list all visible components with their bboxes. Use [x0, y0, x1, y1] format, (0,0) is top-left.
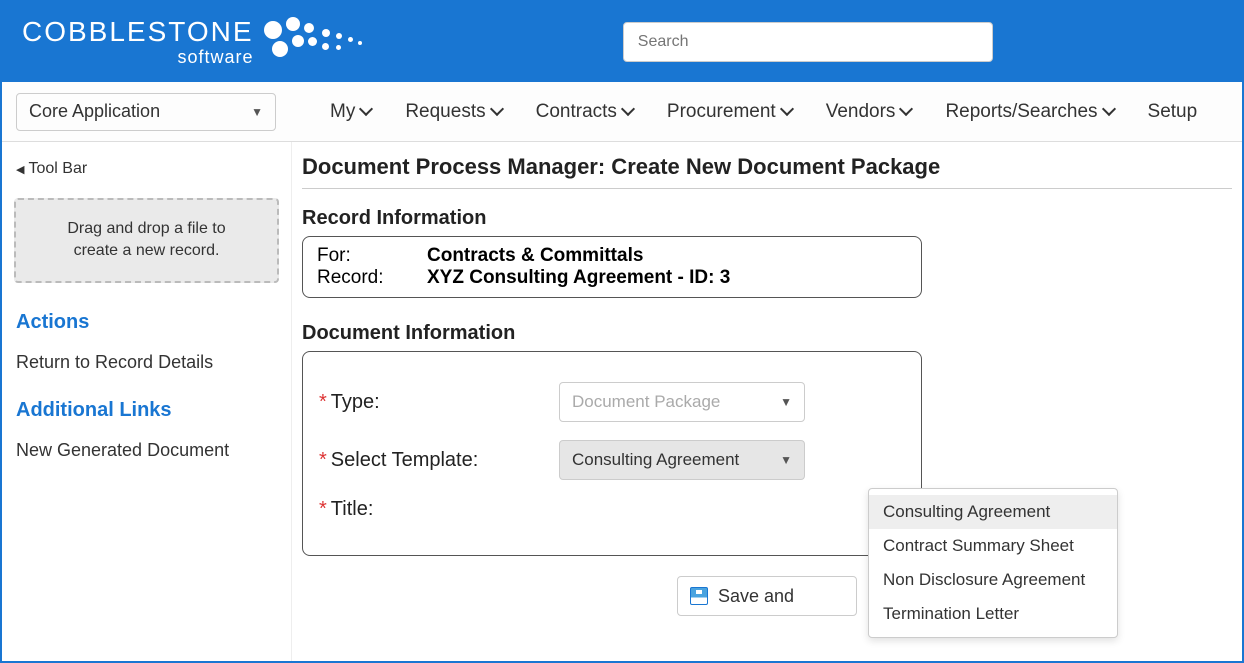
save-label: Save and: [718, 586, 794, 607]
brand-sub: software: [22, 48, 254, 66]
template-select[interactable]: Consulting Agreement ▼: [559, 440, 805, 480]
menu-setup[interactable]: Setup: [1148, 101, 1198, 123]
actions-heading: Actions: [10, 303, 283, 342]
menu-contracts[interactable]: Contracts: [536, 101, 633, 123]
dropzone-text1: Drag and drop a file to: [26, 218, 267, 240]
menu-procurement[interactable]: Procurement: [667, 101, 792, 123]
for-value: Contracts & Committals: [427, 245, 643, 267]
app-selector[interactable]: Core Application ▼: [16, 93, 276, 131]
caret-down-icon: ▼: [780, 453, 792, 467]
search-input[interactable]: [623, 22, 993, 62]
type-select-value: Document Package: [572, 392, 720, 412]
menu-reports[interactable]: Reports/Searches: [945, 101, 1113, 123]
dropzone[interactable]: Drag and drop a file to create a new rec…: [14, 198, 279, 283]
required-asterisk: *: [319, 391, 327, 413]
template-option[interactable]: Contract Summary Sheet: [869, 529, 1117, 563]
template-option[interactable]: Non Disclosure Agreement: [869, 563, 1117, 597]
brand-name: COBBLESTONE: [22, 18, 254, 46]
menu-bar: Core Application ▼ My Requests Contracts…: [2, 82, 1242, 142]
menu-vendors[interactable]: Vendors: [826, 101, 912, 123]
doc-info-heading: Document Information: [302, 322, 1232, 345]
doc-info-form: *Type: Document Package ▼ *Select Templa…: [302, 351, 922, 556]
brand-logo: COBBLESTONE software: [22, 17, 394, 67]
record-info-heading: Record Information: [302, 207, 1232, 230]
for-label: For:: [317, 245, 427, 267]
title-label: Title:: [331, 498, 374, 520]
additional-links-heading: Additional Links: [10, 391, 283, 430]
template-label: Select Template:: [331, 449, 479, 471]
required-asterisk: *: [319, 449, 327, 471]
return-record-link[interactable]: Return to Record Details: [10, 342, 283, 391]
record-value: XYZ Consulting Agreement - ID: 3: [427, 267, 730, 289]
type-label: Type:: [331, 391, 380, 413]
menu-my[interactable]: My: [330, 101, 371, 123]
template-dropdown: Consulting Agreement Contract Summary Sh…: [868, 488, 1118, 638]
record-label: Record:: [317, 267, 427, 289]
top-bar: COBBLESTONE software: [2, 2, 1242, 82]
template-option[interactable]: Consulting Agreement: [869, 495, 1117, 529]
record-info-box: For: Contracts & Committals Record: XYZ …: [302, 236, 922, 298]
dropzone-text2: create a new record.: [26, 240, 267, 262]
template-select-value: Consulting Agreement: [572, 450, 739, 470]
save-button[interactable]: Save and: [677, 576, 857, 616]
sidebar: Tool Bar Drag and drop a file to create …: [2, 142, 292, 661]
brand-dots-icon: [264, 17, 394, 67]
type-select[interactable]: Document Package ▼: [559, 382, 805, 422]
app-selector-label: Core Application: [29, 101, 160, 122]
template-option[interactable]: Termination Letter: [869, 597, 1117, 631]
page-title: Document Process Manager: Create New Doc…: [302, 154, 1232, 189]
caret-down-icon: ▼: [780, 395, 792, 409]
save-icon: [690, 587, 708, 605]
menu-requests[interactable]: Requests: [405, 101, 501, 123]
new-generated-doc-link[interactable]: New Generated Document: [10, 430, 283, 479]
toolbar-back-link[interactable]: Tool Bar: [10, 156, 283, 182]
required-asterisk: *: [319, 498, 327, 520]
main-panel: Document Process Manager: Create New Doc…: [292, 142, 1242, 661]
caret-down-icon: ▼: [251, 105, 263, 119]
